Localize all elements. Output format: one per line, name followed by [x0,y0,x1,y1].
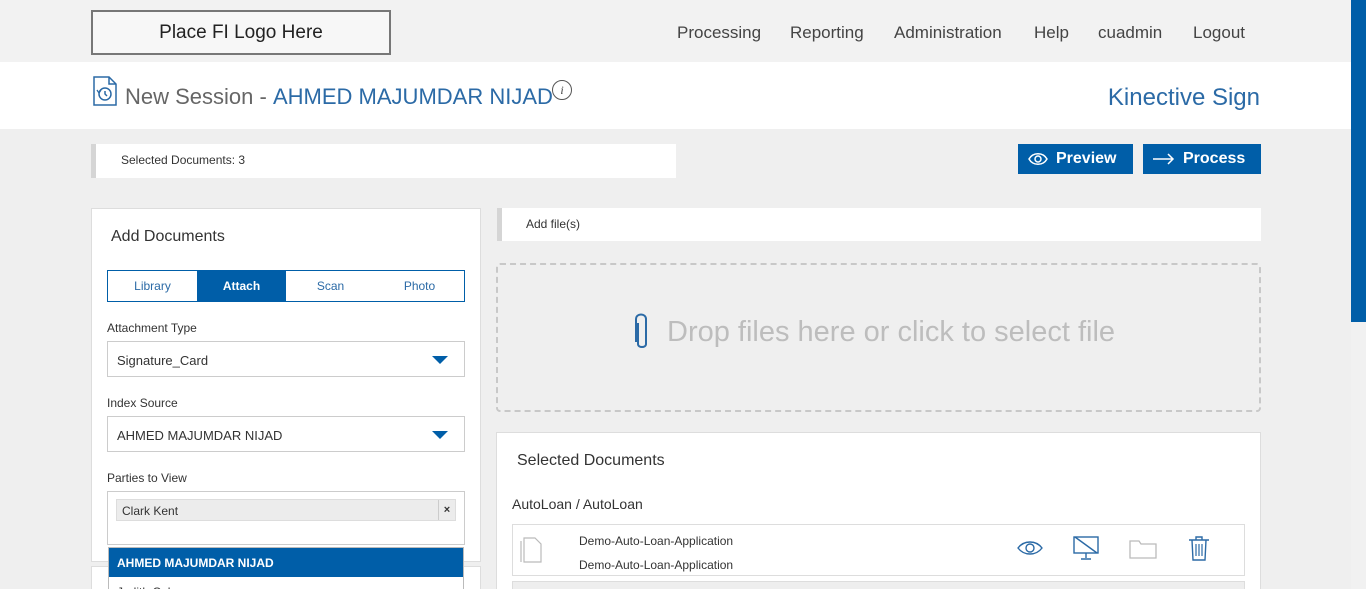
add-documents-title: Add Documents [111,228,225,245]
session-label: New Session - [125,84,267,109]
history-icon [93,76,117,106]
tab-photo[interactable]: Photo [375,271,464,301]
chevron-down-icon [432,431,448,439]
selected-documents-title: Selected Documents [517,452,665,469]
dropdown-option[interactable]: Judith Cole [109,577,463,589]
customer-name: AHMED MAJUMDAR NIJAD [273,84,553,109]
logo-placeholder[interactable]: Place FI Logo Here [91,10,391,55]
eye-icon [1028,152,1048,166]
remove-party-button[interactable]: × [438,500,455,520]
chevron-down-icon [432,356,448,364]
document-subname: Demo-Auto-Loan-Application [579,558,734,572]
parties-label: Parties to View [107,471,187,485]
process-button[interactable]: Process [1143,144,1261,174]
arrow-right-icon [1153,153,1175,165]
nav-processing[interactable]: Processing [677,23,761,43]
source-tabs: Library Attach Scan Photo [107,270,465,302]
tab-scan[interactable]: Scan [286,271,375,301]
eye-icon[interactable] [1016,535,1044,561]
selected-documents-bar: Selected Documents: 3 [91,144,676,178]
vertical-scrollbar-thumb[interactable] [1351,0,1366,322]
add-files-bar: Add file(s) [497,208,1261,241]
tab-library[interactable]: Library [108,271,197,301]
document-icon [520,537,542,563]
paperclip-icon [635,313,647,348]
party-chip-label: Clark Kent [122,504,179,518]
info-icon[interactable]: i [552,80,572,100]
folder-icon[interactable] [1129,535,1157,561]
trash-icon[interactable] [1187,535,1211,561]
document-row[interactable] [512,581,1245,589]
index-source-label: Index Source [107,396,178,410]
index-source-select[interactable]: AHMED MAJUMDAR NIJAD [107,416,465,452]
nav-logout[interactable]: Logout [1193,23,1245,43]
preview-button-label: Preview [1056,150,1117,167]
document-group-label: AutoLoan / AutoLoan [512,496,643,512]
parties-dropdown: AHMED MAJUMDAR NIJAD Judith Cole [108,547,464,589]
preview-button[interactable]: Preview [1018,144,1133,174]
nav-help[interactable]: Help [1034,23,1069,43]
selected-documents-count: Selected Documents: 3 [121,153,246,167]
attachment-type-value: Signature_Card [117,353,209,368]
nav-user[interactable]: cuadmin [1098,23,1162,43]
no-display-icon[interactable] [1072,535,1100,561]
party-chip: Clark Kent × [116,499,456,521]
document-name: Demo-Auto-Loan-Application [579,534,734,548]
nav-administration[interactable]: Administration [894,23,1002,43]
tab-attach[interactable]: Attach [197,271,286,301]
attachment-type-label: Attachment Type [107,321,197,335]
dropdown-option[interactable]: AHMED MAJUMDAR NIJAD [109,548,463,577]
process-button-label: Process [1183,150,1246,167]
drop-zone-text: Drop files here or click to select file [667,316,1116,348]
index-source-value: AHMED MAJUMDAR NIJAD [117,428,283,443]
attachment-type-select[interactable]: Signature_Card [107,341,465,377]
parties-multiselect[interactable]: Clark Kent × [107,491,465,545]
nav-reporting[interactable]: Reporting [790,23,864,43]
brand-title: Kinective Sign [1107,84,1260,111]
add-files-label: Add file(s) [526,217,581,231]
